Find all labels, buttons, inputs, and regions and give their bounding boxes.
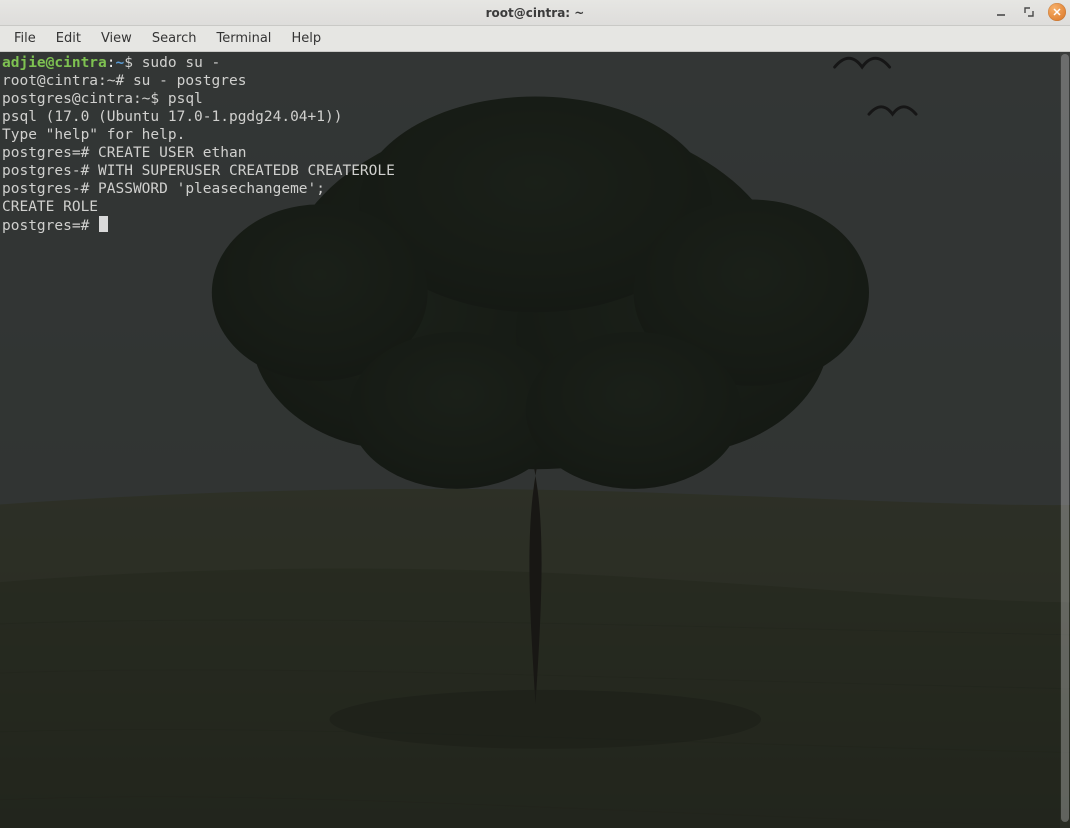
terminal-window: root@cintra: ~ File Edit View Search Ter…	[0, 0, 1070, 828]
terminal-line: adjie@cintra:~$ sudo su -	[2, 54, 1068, 72]
window-title: root@cintra: ~	[0, 6, 1070, 20]
terminal-text[interactable]: adjie@cintra:~$ sudo su -root@cintra:~# …	[0, 52, 1070, 828]
terminal-text-segment: root@cintra:~# su - postgres	[2, 73, 246, 89]
terminal-text-segment: :	[107, 55, 116, 71]
terminal-text-segment: postgres-# WITH SUPERUSER CREATEDB CREAT…	[2, 163, 395, 179]
terminal-text-segment: adjie@cintra	[2, 55, 107, 71]
menu-terminal[interactable]: Terminal	[206, 28, 281, 49]
terminal-text-segment: $ sudo su -	[124, 55, 220, 71]
terminal-line: root@cintra:~# su - postgres	[2, 72, 1068, 90]
menubar: File Edit View Search Terminal Help	[0, 26, 1070, 52]
terminal-line: postgres=# CREATE USER ethan	[2, 144, 1068, 162]
titlebar[interactable]: root@cintra: ~	[0, 0, 1070, 26]
menu-edit[interactable]: Edit	[46, 28, 91, 49]
close-button[interactable]	[1048, 3, 1066, 21]
terminal-line: postgres-# PASSWORD 'pleasechangeme';	[2, 180, 1068, 198]
minimize-button[interactable]	[992, 3, 1010, 21]
minimize-icon	[995, 6, 1007, 18]
menu-help[interactable]: Help	[281, 28, 331, 49]
window-controls	[992, 3, 1066, 21]
terminal-text-segment: psql (17.0 (Ubuntu 17.0-1.pgdg24.04+1))	[2, 109, 342, 125]
terminal-text-segment: postgres=# CREATE USER ethan	[2, 145, 246, 161]
close-icon	[1052, 7, 1062, 17]
maximize-button[interactable]	[1020, 3, 1038, 21]
terminal-text-segment: CREATE ROLE	[2, 199, 98, 215]
terminal-line: postgres@cintra:~$ psql	[2, 90, 1068, 108]
maximize-icon	[1023, 6, 1035, 18]
terminal-line: Type "help" for help.	[2, 126, 1068, 144]
scrollbar-thumb[interactable]	[1061, 54, 1069, 822]
menu-view[interactable]: View	[91, 28, 142, 49]
terminal-text-segment: postgres@cintra:~$ psql	[2, 91, 203, 107]
terminal-area[interactable]: adjie@cintra:~$ sudo su -root@cintra:~# …	[0, 52, 1070, 828]
terminal-text-segment: Type "help" for help.	[2, 127, 185, 143]
terminal-text-segment: ~	[116, 55, 125, 71]
terminal-line: postgres-# WITH SUPERUSER CREATEDB CREAT…	[2, 162, 1068, 180]
menu-search[interactable]: Search	[142, 28, 207, 49]
terminal-scrollbar[interactable]	[1060, 52, 1070, 828]
terminal-text-segment: postgres=#	[2, 218, 98, 234]
terminal-text-segment: postgres-# PASSWORD 'pleasechangeme';	[2, 181, 325, 197]
terminal-cursor	[99, 216, 108, 232]
terminal-line: CREATE ROLE	[2, 198, 1068, 216]
menu-file[interactable]: File	[4, 28, 46, 49]
terminal-line: psql (17.0 (Ubuntu 17.0-1.pgdg24.04+1))	[2, 108, 1068, 126]
terminal-line: postgres=#	[2, 216, 1068, 235]
